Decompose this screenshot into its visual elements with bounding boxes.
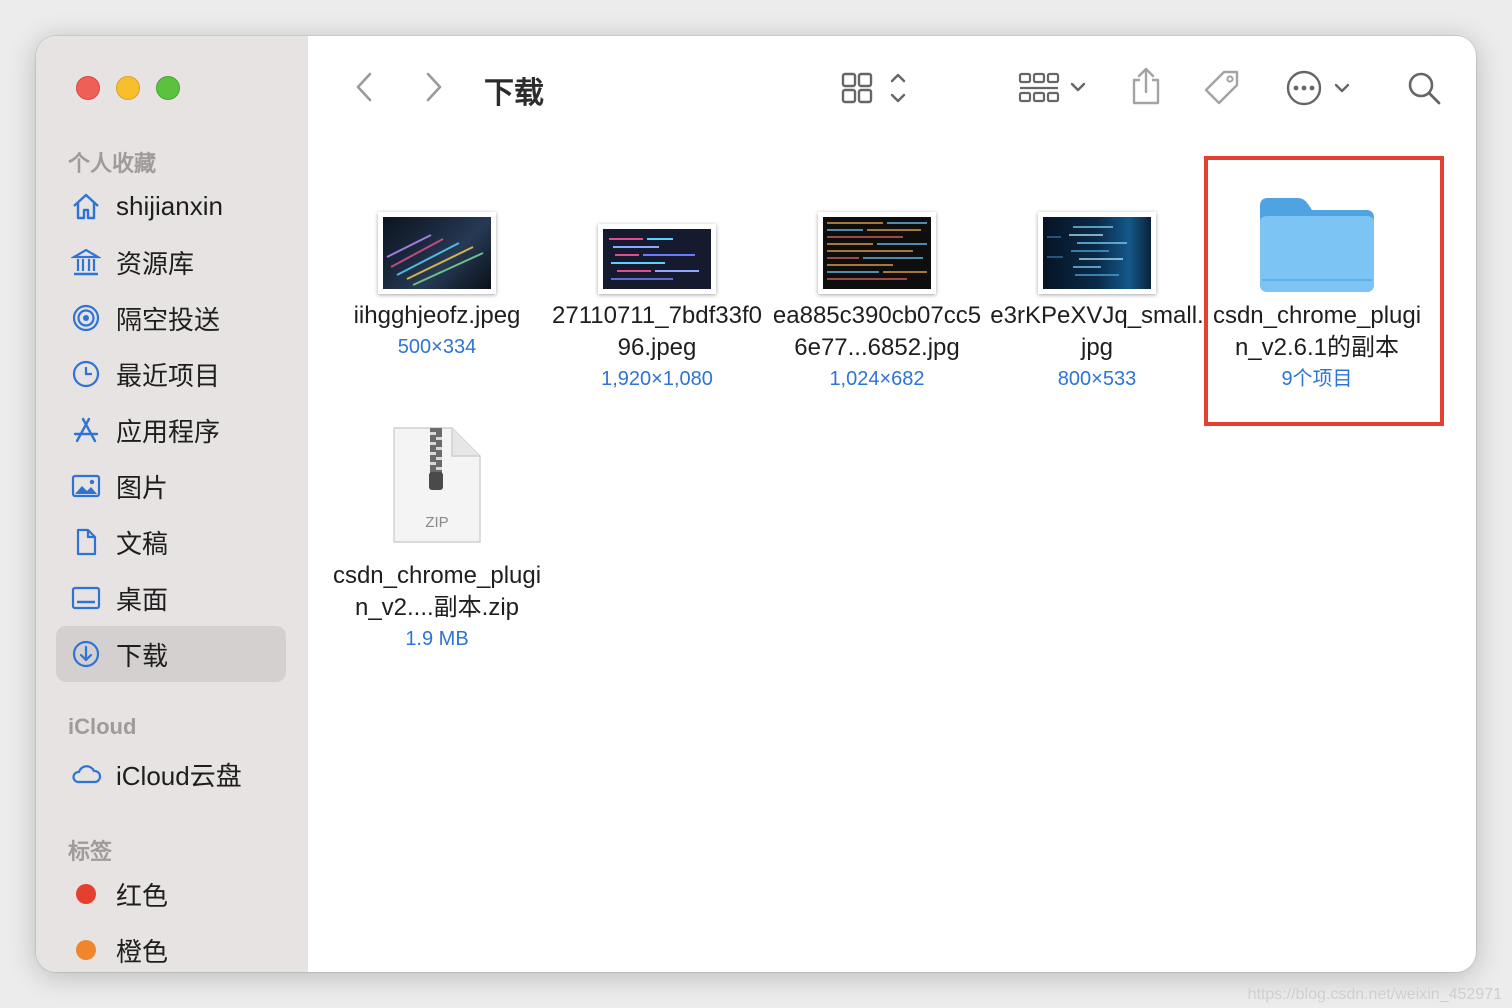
window-title: 下载 bbox=[484, 77, 544, 110]
file-dimensions: 1,920×1,080 bbox=[601, 368, 713, 390]
file-item[interactable]: iihgghjeofz.jpeg 500×334 bbox=[328, 174, 546, 414]
file-item[interactable]: ZIP csdn_chrome_plugin_v2....副本.zip 1.9 … bbox=[328, 424, 546, 664]
image-thumbnail bbox=[378, 212, 496, 294]
sidebar-tag-red[interactable]: 红色 bbox=[56, 866, 286, 922]
file-name: iihgghjeofz.jpeg bbox=[353, 302, 521, 329]
sidebar-item-airdrop[interactable]: 隔空投送 bbox=[56, 290, 286, 346]
thumbnail bbox=[548, 174, 766, 294]
more-actions-button[interactable] bbox=[1284, 66, 1360, 110]
sidebar-item-label: 应用程序 bbox=[116, 416, 221, 447]
file-dimensions: 1,024×682 bbox=[829, 368, 925, 390]
sidebar-tag-orange[interactable]: 橙色 bbox=[56, 922, 286, 972]
sidebar-item-label: 文稿 bbox=[116, 528, 169, 559]
finder-window: 个人收藏 shijianxin 资源库 隔空投送 最近项目 应用程序 图片 文稿… bbox=[36, 36, 1476, 972]
file-dimensions: 500×334 bbox=[397, 336, 477, 358]
tags-button[interactable] bbox=[1200, 66, 1244, 110]
selection-highlight-box bbox=[1204, 156, 1444, 426]
view-mode-button[interactable] bbox=[836, 68, 912, 108]
sidebar-item-label: 下载 bbox=[116, 640, 169, 671]
sidebar-item-desktop[interactable]: 桌面 bbox=[56, 570, 286, 626]
sidebar-item-icloud-drive[interactable]: iCloud云盘 bbox=[56, 746, 286, 802]
file-name: 27110711_7bdf33f096.jpeg bbox=[552, 302, 762, 361]
share-button[interactable] bbox=[1126, 64, 1166, 108]
sidebar-item-recents[interactable]: 最近项目 bbox=[56, 346, 286, 402]
sidebar-item-label: 红色 bbox=[116, 880, 169, 911]
airdrop-icon bbox=[70, 302, 102, 334]
sidebar-item-label: 资源库 bbox=[116, 248, 195, 279]
tags-header: 标签 bbox=[68, 839, 113, 864]
desktop-icon bbox=[70, 582, 102, 614]
icloud-header: iCloud bbox=[68, 714, 137, 739]
download-icon bbox=[70, 638, 102, 670]
file-item[interactable]: 27110711_7bdf33f096.jpeg 1,920×1,080 bbox=[548, 174, 766, 434]
image-thumbnail bbox=[1038, 212, 1156, 294]
library-icon bbox=[70, 246, 102, 278]
file-name: ea885c390cb07cc56e77...6852.jpg bbox=[772, 302, 982, 361]
group-button[interactable] bbox=[1014, 68, 1090, 108]
zoom-button[interactable] bbox=[156, 76, 180, 100]
document-icon bbox=[70, 526, 102, 558]
thumbnail bbox=[988, 174, 1206, 294]
file-item[interactable]: ea885c390cb07cc56e77...6852.jpg 1,024×68… bbox=[768, 174, 986, 434]
group-grid-icon bbox=[1018, 72, 1086, 103]
watermark: https://blog.csdn.net/weixin_452971 bbox=[1247, 986, 1502, 1003]
chevron-left-icon bbox=[356, 72, 372, 102]
image-thumbnail bbox=[598, 224, 716, 294]
sidebar-item-library[interactable]: 资源库 bbox=[56, 234, 286, 290]
zip-label: ZIP bbox=[425, 514, 449, 531]
ellipsis-circle-icon bbox=[1286, 70, 1350, 106]
sidebar-item-label: iCloud云盘 bbox=[116, 760, 242, 791]
applications-icon bbox=[70, 414, 102, 446]
sidebar-item-pictures[interactable]: 图片 bbox=[56, 458, 286, 514]
file-item[interactable]: e3rKPeXVJq_small.jpg 800×533 bbox=[988, 174, 1206, 434]
sidebar-item-applications[interactable]: 应用程序 bbox=[56, 402, 286, 458]
sidebar-item-home[interactable]: shijianxin bbox=[56, 178, 286, 234]
chevron-right-icon bbox=[426, 72, 442, 102]
clock-icon bbox=[70, 358, 102, 390]
sidebar: 个人收藏 shijianxin 资源库 隔空投送 最近项目 应用程序 图片 文稿… bbox=[36, 36, 308, 972]
image-thumbnail bbox=[818, 212, 936, 294]
sidebar-item-label: 最近项目 bbox=[116, 360, 221, 391]
file-name: e3rKPeXVJq_small.jpg bbox=[990, 302, 1204, 361]
icon-view-icon bbox=[841, 72, 906, 104]
back-button[interactable] bbox=[348, 70, 380, 104]
file-name: csdn_chrome_plugin_v2....副本.zip bbox=[332, 562, 542, 621]
sidebar-item-label: 桌面 bbox=[116, 584, 169, 615]
thumbnail bbox=[328, 174, 546, 294]
red-tag-dot bbox=[76, 884, 96, 904]
sidebar-item-label: 橙色 bbox=[116, 936, 169, 967]
thumbnail: ZIP bbox=[328, 424, 546, 544]
thumbnail bbox=[768, 174, 986, 294]
file-dimensions: 800×533 bbox=[1057, 368, 1137, 390]
share-icon bbox=[1132, 67, 1160, 105]
file-size: 1.9 MB bbox=[405, 628, 469, 650]
cloud-icon bbox=[70, 758, 102, 790]
sidebar-item-label: shijianxin bbox=[116, 190, 223, 221]
search-button[interactable] bbox=[1404, 66, 1444, 110]
tag-icon bbox=[1204, 70, 1239, 105]
sidebar-item-label: 图片 bbox=[116, 472, 169, 503]
minimize-button[interactable] bbox=[116, 76, 140, 100]
home-icon bbox=[70, 190, 102, 222]
orange-tag-dot bbox=[76, 940, 96, 960]
sidebar-item-downloads[interactable]: 下载 bbox=[56, 626, 286, 682]
sidebar-item-documents[interactable]: 文稿 bbox=[56, 514, 286, 570]
favorites-header: 个人收藏 bbox=[68, 151, 157, 176]
photo-icon bbox=[70, 470, 102, 502]
zip-archive-icon: ZIP bbox=[392, 426, 482, 544]
sidebar-item-label: 隔空投送 bbox=[116, 304, 221, 335]
close-button[interactable] bbox=[76, 76, 100, 100]
search-icon bbox=[1408, 72, 1441, 105]
forward-button[interactable] bbox=[418, 70, 450, 104]
